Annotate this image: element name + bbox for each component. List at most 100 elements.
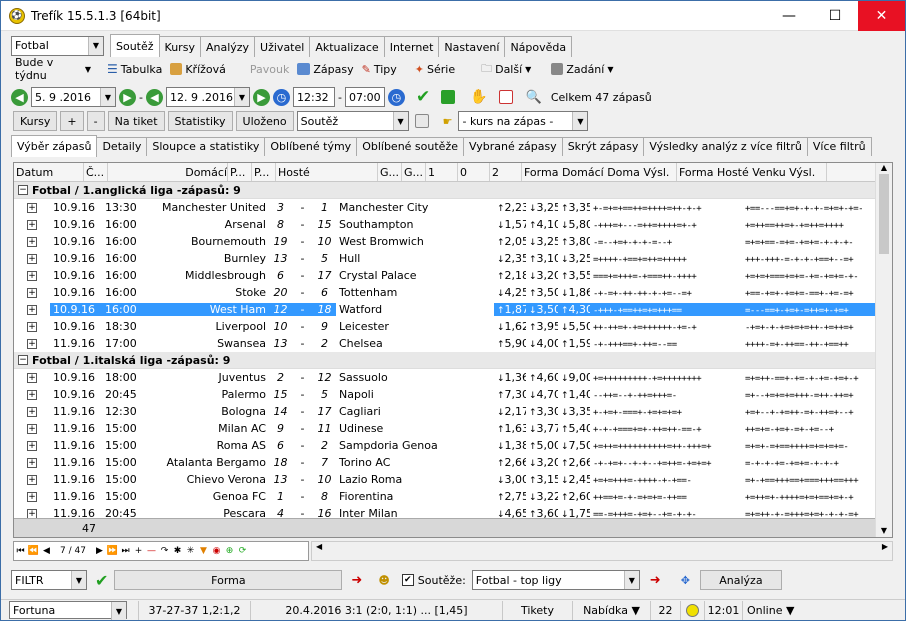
- refresh-green-icon[interactable]: [441, 90, 456, 104]
- row-expander[interactable]: +: [14, 287, 50, 298]
- tab-0[interactable]: Soutěž: [110, 34, 160, 57]
- expand-icon[interactable]: +: [27, 236, 37, 247]
- tab-6[interactable]: Nastavení: [438, 36, 506, 57]
- expand-icon[interactable]: +: [27, 287, 37, 298]
- stop-icon[interactable]: ◉: [210, 546, 223, 556]
- prev-date-to-icon[interactable]: ◀: [145, 88, 163, 106]
- table-row[interactable]: +10.9.1620:45Palermo15-5Napoli↑7,30↓4,70…: [14, 386, 892, 403]
- next-date-icon[interactable]: ▶: [119, 88, 136, 106]
- sport-select[interactable]: Fotbal ▼: [11, 35, 104, 56]
- subtab-8[interactable]: Více filtrů: [806, 136, 872, 156]
- table-row[interactable]: +10.9.1618:30Liverpool10-9Leicester↓1,62…: [14, 318, 892, 335]
- row-expander[interactable]: +: [14, 253, 50, 264]
- minimize-button[interactable]: —: [766, 1, 812, 31]
- prev-page-icon[interactable]: ⏪: [27, 546, 40, 556]
- table-row[interactable]: +11.9.16 15:00 Roma AS 6-2 Sampdoria Genoa ↓1…: [14, 437, 892, 454]
- row-expander[interactable]: +: [14, 474, 50, 485]
- expand-icon[interactable]: +: [27, 338, 37, 349]
- pavouk-button[interactable]: Pavouk: [246, 58, 293, 80]
- forma-button[interactable]: Forma: [114, 570, 343, 590]
- scroll-down-icon[interactable]: ▼: [876, 526, 892, 535]
- magnifier-icon[interactable]: 🔍: [526, 90, 542, 105]
- expand-icon[interactable]: +: [27, 253, 37, 264]
- expand-icon[interactable]: +: [27, 491, 37, 502]
- analyza-button[interactable]: Analýza: [699, 570, 782, 590]
- table-row[interactable]: +11.9.1612:30Bologna14-17Cagliari↓2,17↑3…: [14, 403, 892, 420]
- table-row[interactable]: +10.9.16 16:00 Middlesbrough 6 -17 Crystal Pa…: [14, 267, 892, 284]
- expand-icon[interactable]: +: [27, 372, 37, 383]
- tab-5[interactable]: Internet: [383, 36, 440, 57]
- row-expander[interactable]: +: [14, 372, 50, 383]
- subtab-6[interactable]: Skrýt zápasy: [561, 136, 645, 156]
- post-icon[interactable]: ✱: [171, 546, 184, 556]
- collapse-icon[interactable]: −: [18, 355, 28, 365]
- column-header-5[interactable]: Hosté: [276, 163, 378, 181]
- arrow-left-icon[interactable]: ➜: [351, 573, 362, 588]
- apply-check-icon[interactable]: ✔: [95, 571, 108, 590]
- subtab-7[interactable]: Výsledky analýz z více filtrů: [643, 136, 808, 156]
- column-header-4[interactable]: P...: [252, 163, 276, 181]
- table-row[interactable]: +10.9.16 13:30 Manchester United 3 - 1 Manches…: [14, 199, 892, 216]
- row-expander[interactable]: +: [14, 219, 50, 230]
- expand-icon[interactable]: +: [27, 406, 37, 417]
- subtab-0[interactable]: Výběr zápasů: [11, 135, 98, 157]
- first-record-icon[interactable]: ⏮: [14, 546, 27, 556]
- table-row[interactable]: +10.9.1616:00West Ham12-18Watford↑1,87↓3…: [14, 301, 892, 318]
- column-header-9[interactable]: 0: [458, 163, 490, 181]
- table-row[interactable]: +10.9.1616:00Burnley13-5Hull↓2,35↑3,10↓3…: [14, 250, 892, 267]
- tab-1[interactable]: Kursy: [158, 36, 201, 57]
- table-row[interactable]: +11.9.1617:00Swansea13-2Chelsea↑5,90↓4,0…: [14, 335, 892, 352]
- subtab-2[interactable]: Sloupce a statistiky: [146, 136, 266, 156]
- souteze-select[interactable]: Fotbal - top ligy ▼: [471, 570, 640, 590]
- add-record-icon[interactable]: ⊕: [223, 546, 236, 556]
- expand-icon[interactable]: +: [27, 304, 37, 315]
- table-row[interactable]: +11.9.16 15:00 Atalanta Bergamo 18- 7 Torino …: [14, 454, 892, 471]
- time-from-input[interactable]: 12:32: [292, 87, 335, 107]
- delete-icon[interactable]: —: [145, 546, 158, 556]
- expand-icon[interactable]: +: [27, 457, 37, 468]
- dalsi-button[interactable]: 🗀 Další ▼: [477, 58, 535, 80]
- refresh-icon[interactable]: ⟳: [236, 546, 249, 556]
- soutez-select[interactable]: Soutěž ▼: [296, 111, 409, 131]
- ulozeno-button[interactable]: Uloženo: [235, 111, 294, 131]
- edit-icon[interactable]: ↷: [158, 546, 171, 556]
- row-expander[interactable]: +: [14, 321, 50, 332]
- table-row[interactable]: +10.9.1618:00Juventus2-12Sassuolo↓1,36↑4…: [14, 369, 892, 386]
- row-expander[interactable]: +: [14, 457, 50, 468]
- plus-button[interactable]: +: [60, 111, 84, 131]
- scroll-right-icon[interactable]: ▶: [882, 542, 888, 551]
- collapse-icon[interactable]: −: [18, 185, 28, 195]
- person-icon[interactable]: ☻: [378, 574, 389, 587]
- expand-icon[interactable]: +: [27, 440, 37, 451]
- expand-icon[interactable]: +: [27, 508, 37, 519]
- tab-2[interactable]: Analýzy: [199, 36, 256, 57]
- statistiky-button[interactable]: Statistiky: [167, 111, 233, 131]
- tab-7[interactable]: Nápověda: [504, 36, 573, 57]
- date-to-picker[interactable]: 12. 9 .2016 ▼: [165, 87, 250, 107]
- arrow-left-icon[interactable]: ➜: [650, 573, 661, 588]
- prev-date-icon[interactable]: ◀: [11, 88, 28, 106]
- row-expander[interactable]: +: [14, 338, 50, 349]
- bookmaker-select[interactable]: Fortuna ▼: [9, 600, 139, 620]
- column-header-11[interactable]: Forma Domácí Doma Výsl.: [522, 163, 677, 181]
- serie-button[interactable]: ✦ Série: [411, 58, 459, 80]
- time-icon[interactable]: ◷: [272, 88, 290, 106]
- zadani-button[interactable]: Zadání ▼: [547, 58, 617, 80]
- expand-icon[interactable]: +: [27, 474, 37, 485]
- insert-icon[interactable]: +: [132, 546, 145, 556]
- next-page-icon[interactable]: ⏩: [106, 546, 119, 556]
- export-icon[interactable]: [414, 114, 429, 128]
- nabidka-button[interactable]: Nabídka ▼: [573, 600, 651, 620]
- scroll-thumb[interactable]: [879, 174, 889, 254]
- row-expander[interactable]: +: [14, 236, 50, 247]
- kurs-select[interactable]: - kurs na zápas - ▼: [458, 111, 589, 131]
- subtab-3[interactable]: Oblíbené týmy: [264, 136, 358, 156]
- cancel-icon[interactable]: ✳: [184, 546, 197, 556]
- next-record-icon[interactable]: ▶: [93, 546, 106, 556]
- vertical-scrollbar[interactable]: ▲ ▼: [875, 163, 892, 537]
- table-row[interactable]: +10.9.1616:00Arsenal8-15Southampton↓1,57…: [14, 216, 892, 233]
- date-from-picker[interactable]: 5. 9 .2016 ▼: [31, 87, 116, 107]
- table-row[interactable]: +11.9.16 15:00 Chievo Verona 13-10 Lazio Rom…: [14, 471, 892, 488]
- horizontal-scrollbar[interactable]: ◀ ▶: [311, 541, 893, 561]
- pointing-hand-icon[interactable]: ☛: [443, 115, 453, 128]
